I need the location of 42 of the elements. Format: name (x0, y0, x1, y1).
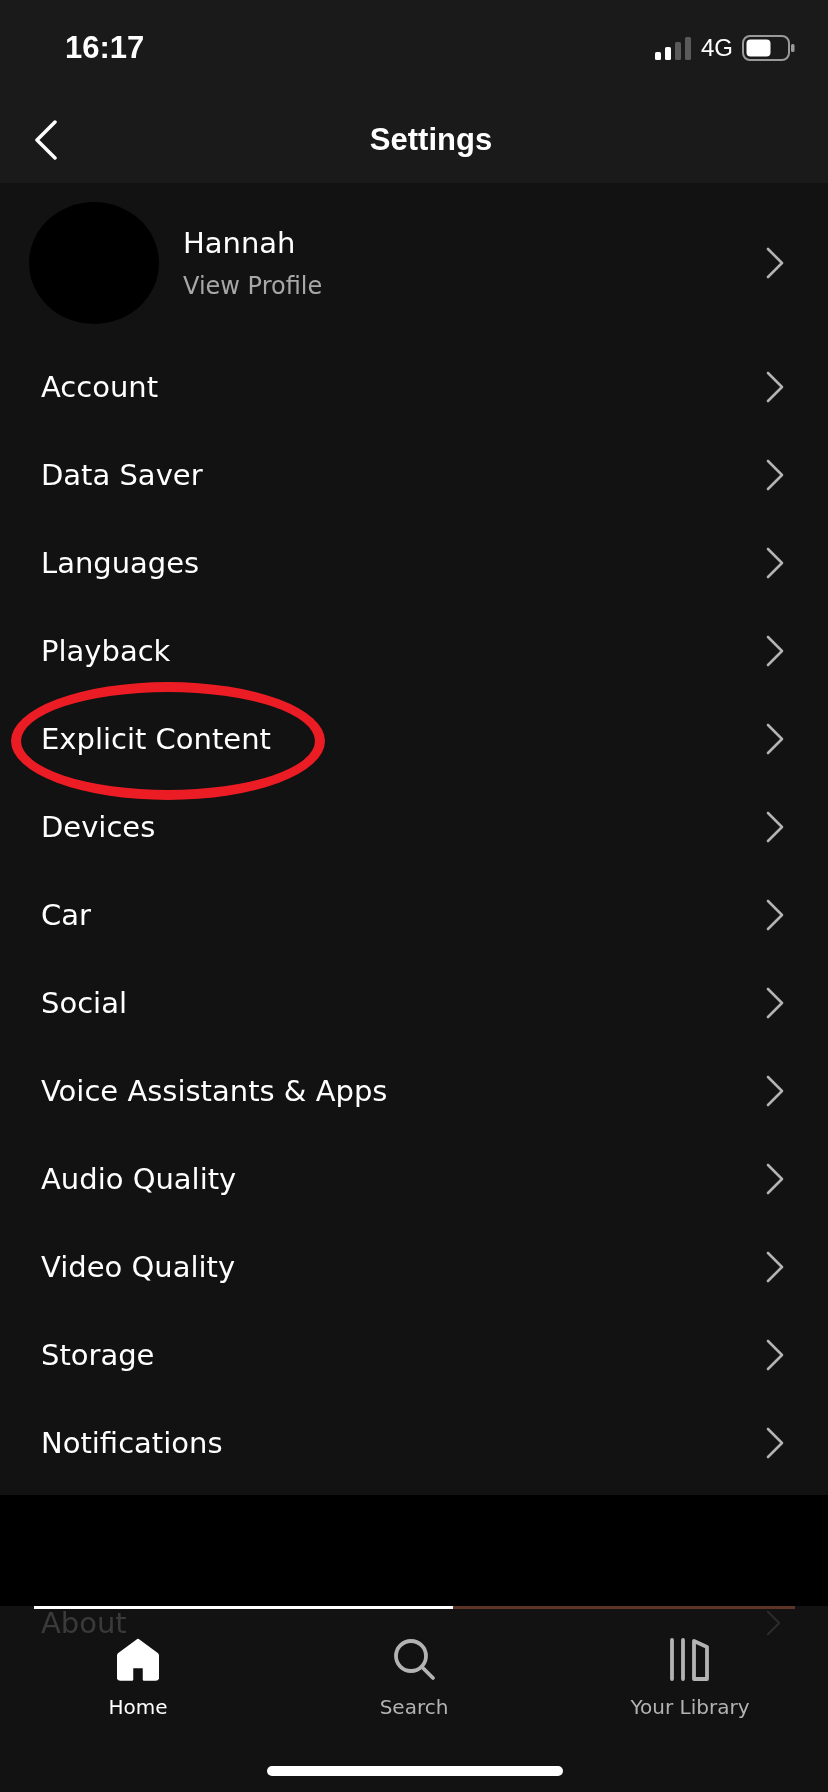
chevron-right-icon (766, 1427, 784, 1459)
search-icon (392, 1638, 436, 1681)
settings-item[interactable]: Storage (41, 1337, 155, 1373)
settings-item[interactable]: Account (41, 369, 159, 405)
settings-item[interactable]: Social (41, 985, 127, 1021)
settings-item[interactable]: Languages (41, 545, 200, 581)
battery-icon (742, 35, 795, 61)
settings-item[interactable]: Explicit Content (41, 721, 271, 757)
settings-item[interactable]: Notifications (41, 1425, 223, 1461)
view-profile-link[interactable]: View Profile (183, 271, 323, 301)
chevron-right-icon (766, 723, 784, 755)
network-label: 4G (701, 34, 733, 62)
chevron-right-icon (766, 1163, 784, 1195)
chevron-right-icon (766, 547, 784, 579)
settings-item[interactable]: Car (41, 897, 91, 933)
chevron-right-icon (766, 1251, 784, 1283)
chevron-right-icon (766, 371, 784, 403)
settings-item[interactable]: Video Quality (41, 1249, 236, 1285)
chevron-right-icon (766, 987, 784, 1019)
home-icon (117, 1638, 159, 1681)
chevron-right-icon (766, 1075, 784, 1107)
chevron-right-icon (766, 899, 784, 931)
profile-name: Hannah (183, 225, 296, 261)
chevron-right-icon (766, 635, 784, 667)
signal-icon (655, 36, 692, 60)
back-icon[interactable] (34, 119, 58, 160)
tab-button[interactable]: Search (379, 1636, 449, 1719)
chevron-right-icon (766, 247, 784, 279)
settings-item[interactable]: Data Saver (41, 457, 203, 493)
settings-item[interactable]: Voice Assistants & Apps (41, 1073, 388, 1109)
settings-item[interactable]: Audio Quality (41, 1161, 237, 1197)
status-time: 16:17 (65, 30, 145, 66)
chevron-right-icon (766, 811, 784, 843)
page-title: Settings (369, 121, 493, 158)
library-icon (669, 1638, 711, 1681)
chevron-right-icon (766, 1339, 784, 1371)
chevron-right-icon (766, 459, 784, 491)
settings-item[interactable]: Devices (41, 809, 156, 845)
chevron-right-icon (766, 1610, 781, 1636)
tab-button[interactable]: Home (108, 1636, 168, 1719)
tab-button[interactable]: Your Library (630, 1636, 750, 1719)
settings-item[interactable]: Playback (41, 633, 171, 669)
